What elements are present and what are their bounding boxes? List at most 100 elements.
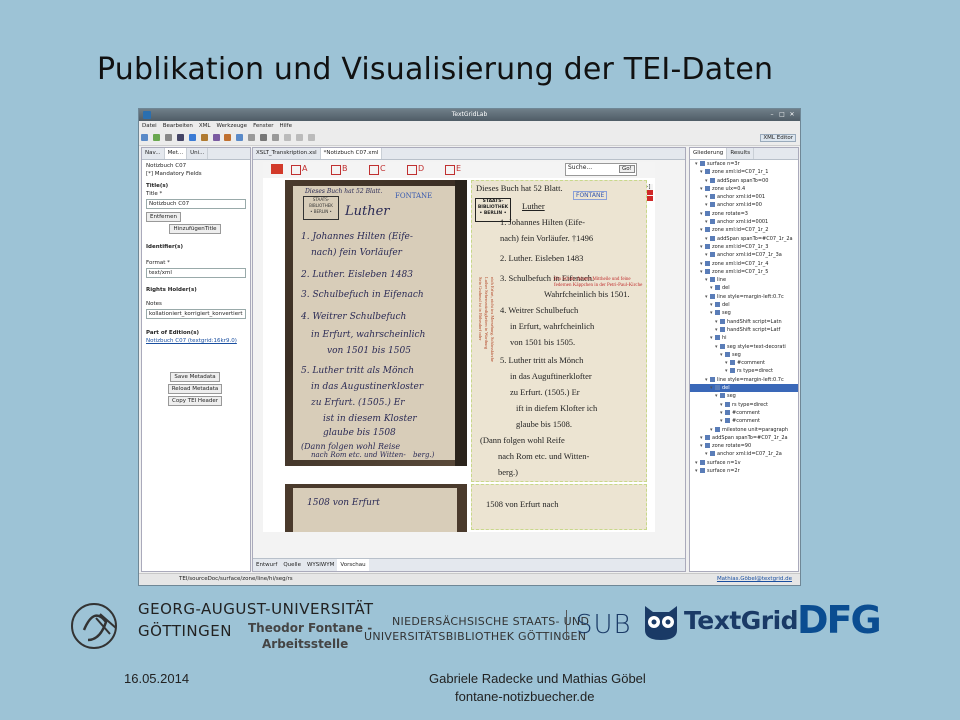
perspective-xml-editor[interactable]: XML Editor — [760, 134, 796, 142]
go-button[interactable]: Go! — [619, 165, 635, 173]
notes-field[interactable]: kollationiert_korrigiert_konvertiert — [146, 309, 246, 319]
outline-tree-node[interactable]: ▾ del — [690, 384, 798, 393]
outline-tree-node[interactable]: ▾ #comment — [690, 359, 798, 367]
outline-tree-node[interactable]: ▾ addSpan spanTo=00 — [690, 177, 798, 185]
outline-tree-node[interactable]: ▾ anchor xml:id=00 — [690, 201, 798, 209]
outline-tree-node[interactable]: ▾ anchor xml:id=C07_1r_2a — [690, 450, 798, 458]
tab-results[interactable]: Results — [727, 148, 755, 159]
rights-holder-section[interactable]: Rights Holder(s) — [146, 286, 246, 294]
arrow-left-icon[interactable] — [295, 134, 303, 141]
outline-tree-node[interactable]: ▾ seg — [690, 351, 798, 359]
tool-icon[interactable] — [284, 134, 292, 141]
part-of-edition-link[interactable]: Notizbuch C07 (textgrid:16kr9.0) — [146, 337, 246, 345]
tab-metadata[interactable]: Met... — [164, 148, 188, 159]
title-section[interactable]: Title(s) — [146, 182, 246, 190]
outline-tree-node[interactable]: ▾ seg — [690, 309, 798, 317]
outline-tree-node[interactable]: ▾ surface n=1v — [690, 459, 798, 467]
copy-tei-header-button[interactable]: Copy TEI Header — [168, 396, 222, 406]
menu-xml[interactable]: XML — [196, 121, 214, 131]
transcription-panel-next: 1508 von Erfurt nach — [471, 484, 647, 530]
outline-tree-node[interactable]: ▾ milestone unit=paragraph — [690, 426, 798, 434]
tab-quelle[interactable]: Quelle — [280, 559, 304, 571]
tab-entwurf[interactable]: Entwurf — [253, 559, 280, 571]
outline-tree-node[interactable]: ▾ line — [690, 276, 798, 284]
globe-icon[interactable] — [188, 134, 196, 141]
checkbox-d[interactable] — [407, 165, 417, 175]
arrow-right-icon[interactable] — [307, 134, 315, 141]
checkbox-c[interactable] — [369, 165, 379, 175]
outline-tree-node[interactable]: ▾ zone rotate=3 — [690, 210, 798, 218]
new-icon[interactable] — [141, 134, 148, 141]
outline-tree-node[interactable]: ▾ del — [690, 301, 798, 309]
reload-metadata-button[interactable]: Reload Metadata — [167, 384, 223, 394]
title-field[interactable]: Notizbuch C07 — [146, 199, 246, 209]
open-icon[interactable] — [164, 134, 172, 141]
nsub-line2: UNIVERSITÄTSBIBLIOTHEK GÖTTINGEN — [364, 630, 587, 643]
outline-tree-node[interactable]: ▾ seg — [690, 392, 798, 400]
menu-werkzeuge[interactable]: Werkzeuge — [213, 121, 250, 131]
outline-tree-node[interactable]: ▾ del — [690, 284, 798, 292]
home-icon[interactable] — [271, 164, 283, 174]
tab-unicode[interactable]: Uni... — [187, 148, 209, 159]
menu-datei[interactable]: Datei — [139, 121, 160, 131]
tab-vorschau[interactable]: Vorschau — [337, 559, 369, 571]
outline-tree-node[interactable]: ▾ surface n=3r — [690, 160, 798, 168]
menu-hilfe[interactable]: Hilfe — [276, 121, 295, 131]
tool-icon[interactable] — [248, 134, 256, 141]
outline-tree-node[interactable]: ▾ surface n=2r — [690, 467, 798, 475]
outline-tree-node[interactable]: ▾ seg style=text-decorati — [690, 343, 798, 351]
outline-tree-node[interactable]: ▾ anchor xml:id=001 — [690, 193, 798, 201]
outline-tree-node[interactable]: ▾ hi — [690, 334, 798, 342]
outline-tree-node[interactable]: ▾ rs type=direct — [690, 401, 798, 409]
outline-tree-node[interactable]: ▾ line style=margin-left:0.7c — [690, 376, 798, 384]
close-icon[interactable]: ✕ — [788, 111, 796, 119]
add-title-button[interactable]: HinzufügenTitle — [169, 224, 221, 234]
outline-tree-node[interactable]: ▾ anchor xml:id=C07_1r_3a — [690, 251, 798, 259]
outline-tree-node[interactable]: ▾ zone ulx=0.4 — [690, 185, 798, 193]
tool-icon[interactable] — [260, 134, 268, 141]
checkbox-a[interactable] — [291, 165, 301, 175]
save-metadata-button[interactable]: Save Metadata — [170, 372, 220, 382]
outline-tree-node[interactable]: ▾ handShift script=Latf — [690, 326, 798, 334]
menu-fenster[interactable]: Fenster — [250, 121, 276, 131]
add-icon[interactable] — [152, 134, 160, 141]
outline-tree-node[interactable]: ▾ addSpan spanTo=#C07_1r_2a — [690, 434, 798, 442]
part-of-edition-section[interactable]: Part of Edition(s) — [146, 329, 246, 337]
editor-tabs: XSLT_Transkription.xsl *Notizbuch C07.xml — [253, 148, 685, 160]
tab-gliederung[interactable]: Gliederung — [690, 148, 728, 159]
outline-tree-node[interactable]: ▾ line style=margin-left:0.7c — [690, 293, 798, 301]
save-icon[interactable] — [176, 134, 184, 141]
tool-icon[interactable] — [272, 134, 280, 141]
tab-notizbuch[interactable]: *Notizbuch C07.xml — [320, 148, 383, 159]
outline-tree-node[interactable]: ▾ zone xml:id=C07_1r_1 — [690, 168, 798, 176]
tab-xslt[interactable]: XSLT_Transkription.xsl — [253, 148, 321, 159]
format-field[interactable]: text/xml — [146, 268, 246, 278]
outline-tree-node[interactable]: ▾ zone xml:id=C07_1r_4 — [690, 260, 798, 268]
tab-wysiwym[interactable]: WYSIWYM — [304, 559, 337, 571]
outline-tree-node[interactable]: ▾ zone xml:id=C07_1r_3 — [690, 243, 798, 251]
identifier-section[interactable]: Identifier(s) — [146, 243, 246, 251]
search-icon[interactable] — [212, 134, 220, 141]
tab-navigator[interactable]: Nav... — [142, 148, 165, 159]
checkbox-e[interactable] — [445, 165, 455, 175]
outline-tree-node[interactable]: ▾ zone xml:id=C07_1r_2 — [690, 226, 798, 234]
checkbox-b[interactable] — [331, 165, 341, 175]
handwriting-line: 1. Johannes Hilten (Eife- — [301, 232, 413, 242]
outline-tree-node[interactable]: ▾ addSpan spanTo=#C07_1r_2a — [690, 235, 798, 243]
edit-icon[interactable] — [224, 134, 232, 141]
remove-button[interactable]: Entfernen — [146, 212, 181, 222]
element-node-icon — [705, 185, 710, 191]
outline-tree-node[interactable]: ▾ anchor xml:id=0001 — [690, 218, 798, 226]
print-icon[interactable] — [200, 134, 208, 141]
outline-tree-node[interactable]: ▾ handShift script=Latn — [690, 318, 798, 326]
menu-bearbeiten[interactable]: Bearbeiten — [160, 121, 196, 131]
user-link[interactable]: Mathias.Göbel@textgrid.de — [717, 574, 792, 585]
minimize-icon[interactable]: – — [768, 111, 776, 119]
outline-tree-node[interactable]: ▾ rs type=direct — [690, 367, 798, 375]
outline-tree-node[interactable]: ▾ zone rotate=90 — [690, 442, 798, 450]
outline-tree-node[interactable]: ▾ zone xml:id=C07_1r_5 — [690, 268, 798, 276]
outline-tree-node[interactable]: ▾ #comment — [690, 417, 798, 425]
outline-tree-node[interactable]: ▾ #comment — [690, 409, 798, 417]
tool-icon[interactable] — [236, 134, 244, 141]
maximize-icon[interactable]: □ — [778, 111, 786, 119]
